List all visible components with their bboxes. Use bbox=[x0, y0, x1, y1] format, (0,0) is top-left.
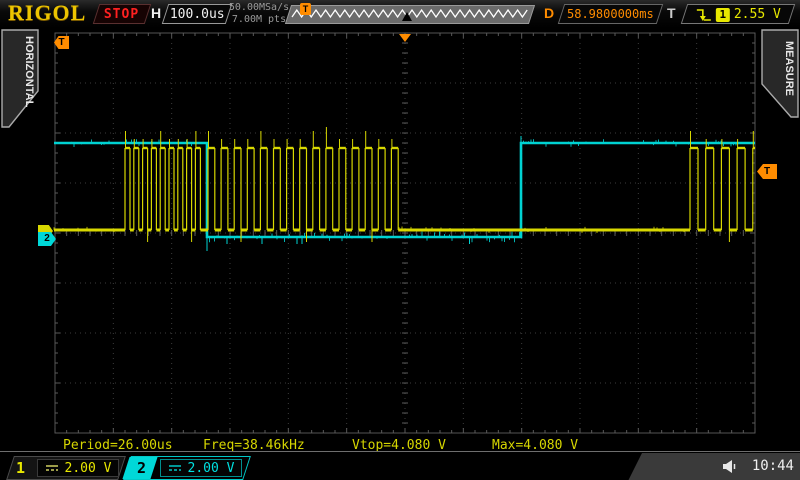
horizontal-scale-label: H bbox=[151, 5, 161, 21]
clock: 10:44 bbox=[752, 458, 794, 474]
system-tray: 10:44 bbox=[628, 453, 800, 480]
run-state-button[interactable]: STOP bbox=[93, 4, 151, 24]
oscilloscope-screen: RIGOL STOP H 100.0us 50.00MSa/s 7.00M pt… bbox=[0, 0, 800, 480]
graticule bbox=[55, 33, 755, 433]
timebase-value: 100.0us bbox=[170, 7, 225, 22]
graticule-and-traces bbox=[0, 0, 800, 480]
rigol-logo: RIGOL bbox=[8, 0, 86, 26]
ch1-scale-button[interactable]: 1 2.00 V bbox=[6, 456, 126, 480]
falling-edge-icon bbox=[695, 7, 712, 22]
delay-button[interactable]: 58.9800000ms bbox=[558, 4, 663, 24]
tab-measure-menu[interactable]: MEASURE bbox=[759, 29, 799, 129]
trigger-button[interactable]: 1 2.55 V bbox=[681, 4, 795, 24]
status-bar: RIGOL STOP H 100.0us 50.00MSa/s 7.00M pt… bbox=[0, 0, 800, 28]
channel-bar: 1 2.00 V 2 bbox=[0, 451, 800, 480]
trigger-position-marker-icon[interactable] bbox=[399, 34, 411, 42]
trigger-source-badge: 1 bbox=[716, 7, 730, 21]
ch1-scale-value: 2.00 V bbox=[65, 461, 112, 476]
tab-horizontal-menu[interactable]: HORIZONTAL bbox=[1, 29, 41, 129]
sample-rate: 50.00MSa/s bbox=[228, 2, 290, 14]
ch2-scale-value: 2.00 V bbox=[188, 461, 235, 476]
ch1-number: 1 bbox=[16, 459, 25, 477]
timebase-button[interactable]: 100.0us bbox=[162, 4, 232, 24]
trigger-label: T bbox=[667, 5, 676, 21]
trigger-level-value: 2.55 V bbox=[734, 7, 781, 22]
strip-trigger-flag-icon[interactable]: T bbox=[300, 3, 311, 15]
run-state-label: STOP bbox=[104, 7, 139, 22]
acquisition-info: 50.00MSa/s 7.00M pts bbox=[228, 2, 290, 26]
delay-value: 58.9800000ms bbox=[567, 7, 654, 21]
dc-coupling-icon bbox=[168, 463, 182, 473]
ch2-scale-button[interactable]: 2 2.00 V bbox=[123, 456, 251, 480]
memory-depth: 7.00M pts bbox=[228, 14, 290, 26]
speaker-icon[interactable] bbox=[723, 460, 738, 473]
dc-coupling-icon bbox=[45, 463, 59, 473]
delay-label: D bbox=[544, 5, 554, 21]
tab-horizontal-label: HORIZONTAL bbox=[23, 36, 35, 108]
ch2-number: 2 bbox=[137, 459, 146, 477]
strip-window-notch-icon bbox=[402, 12, 412, 21]
tab-measure-label: MEASURE bbox=[783, 41, 795, 96]
